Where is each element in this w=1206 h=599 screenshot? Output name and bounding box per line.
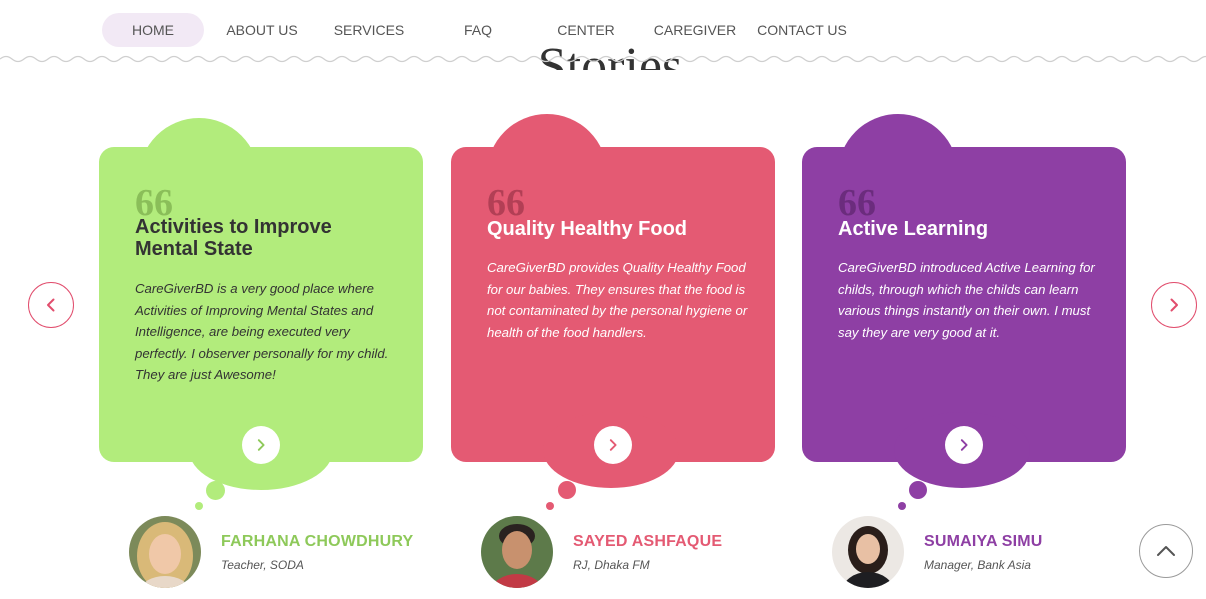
author-name: FARHANA CHOWDHURY	[221, 533, 414, 550]
thought-bubble-small	[546, 502, 554, 510]
card-text: CareGiverBD introduced Active Learning f…	[838, 260, 1095, 340]
card-1-more-button[interactable]	[242, 426, 280, 464]
testimonial-card-3: 66 Active Learning CareGiverBD introduce…	[802, 110, 1128, 510]
testimonial-card-1: 66 Activities to Improve Mental State Ca…	[99, 110, 425, 510]
chevron-right-icon	[960, 439, 968, 451]
nav-faq[interactable]: FAQ	[450, 13, 506, 47]
quote-mark: 66	[487, 182, 525, 224]
card-text: CareGiverBD provides Quality Healthy Foo…	[487, 260, 748, 340]
nav-services[interactable]: SERVICES	[322, 13, 416, 47]
quote-mark: 66	[838, 182, 876, 224]
chevron-right-icon	[257, 439, 265, 451]
thought-bubble-large	[206, 481, 225, 500]
back-to-top-button[interactable]	[1139, 524, 1193, 578]
thought-bubble-large	[909, 481, 927, 499]
author-role: Teacher, SODA	[221, 558, 304, 572]
chevron-right-icon	[1170, 298, 1178, 312]
thought-bubble-large	[558, 481, 576, 499]
card-2-more-button[interactable]	[594, 426, 632, 464]
testimonial-author-1: FARHANA CHOWDHURY Teacher, SODA	[129, 516, 459, 590]
nav-home[interactable]: HOME	[102, 13, 204, 47]
nav-about-us[interactable]: ABOUT US	[214, 13, 310, 47]
avatar	[481, 516, 553, 588]
wave-divider	[0, 55, 1206, 63]
card-title: Active Learning	[838, 218, 989, 240]
avatar	[832, 516, 904, 588]
chevron-left-icon	[47, 298, 55, 312]
author-name: SUMAIYA SIMU	[924, 533, 1043, 550]
author-name: SAYED ASHFAQUE	[573, 533, 723, 550]
testimonial-card-2: 66 Quality Healthy Food CareGiverBD prov…	[451, 110, 777, 510]
card-3-more-button[interactable]	[945, 426, 983, 464]
carousel-prev-button[interactable]	[28, 282, 74, 328]
thought-bubble-small	[195, 502, 203, 510]
chevron-up-icon	[1157, 546, 1175, 556]
avatar	[129, 516, 201, 588]
carousel-next-button[interactable]	[1151, 282, 1197, 328]
chevron-right-icon	[609, 439, 617, 451]
nav-contact-us[interactable]: CONTACT US	[752, 13, 852, 47]
author-role: RJ, Dhaka FM	[573, 558, 650, 572]
card-title: Activities to Improve Mental State	[135, 216, 332, 260]
card-text: CareGiverBD is a very good place where A…	[135, 281, 389, 383]
testimonial-author-3: SUMAIYA SIMU Manager, Bank Asia	[832, 516, 1162, 590]
card-title: Quality Healthy Food	[487, 218, 688, 240]
author-role: Manager, Bank Asia	[924, 558, 1031, 572]
testimonial-author-2: SAYED ASHFAQUE RJ, Dhaka FM	[481, 516, 811, 590]
thought-bubble-small	[898, 502, 906, 510]
